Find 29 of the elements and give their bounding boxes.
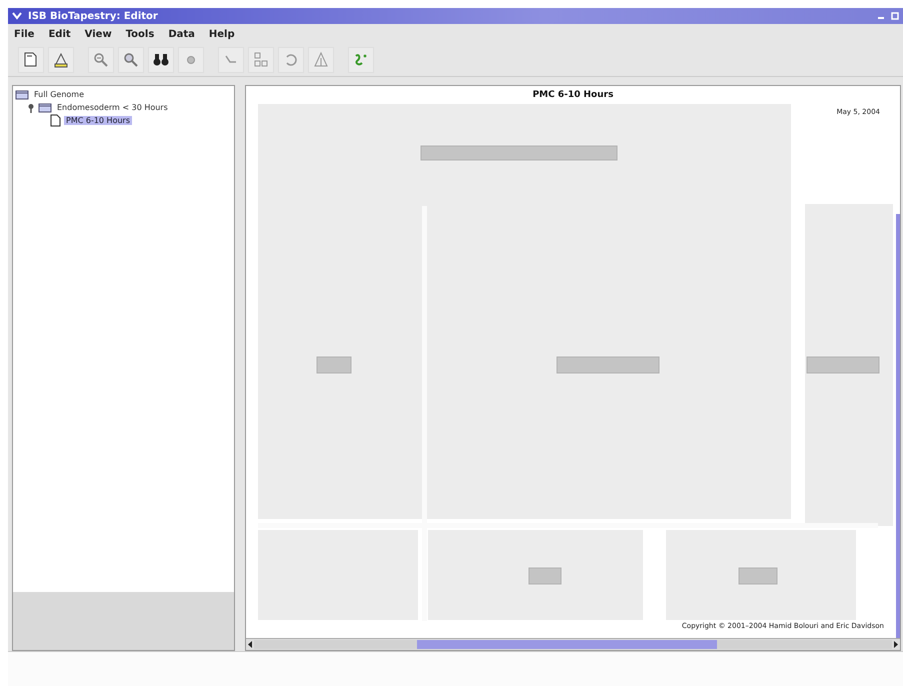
expanded-handle-icon[interactable] [27,102,35,112]
maximize-icon[interactable] [891,12,899,20]
sparkle-button[interactable] [348,47,374,73]
zoom-in-button[interactable] [118,47,144,73]
menu-item[interactable]: Edit [48,28,71,40]
menu-item[interactable]: Data [168,28,195,40]
window-menu-icon[interactable] [12,12,22,20]
connector-button[interactable] [218,47,244,73]
tree-item[interactable]: Endomesoderm < 30 Hours [55,103,170,112]
menu-item[interactable]: File [14,28,34,40]
menu-item[interactable]: Tools [126,28,154,40]
document-icon [50,114,61,127]
tree-item[interactable]: Full Genome [32,90,86,99]
model-folder-icon [38,102,52,112]
menu-item[interactable]: Help [208,28,235,40]
model-title: PMC 6-10 Hours [532,89,614,100]
model-folder-icon [15,90,29,100]
window-title: ISB BioTapestry: Editor [28,10,159,22]
tree-button[interactable] [308,47,334,73]
print-button[interactable] [48,47,74,73]
tree-item[interactable]: PMC 6-10 Hours [64,116,132,125]
menu-item[interactable]: View [84,28,112,40]
cycle-button[interactable] [278,47,304,73]
zoom-out-button[interactable] [88,47,114,73]
grid-button[interactable] [248,47,274,73]
document-button[interactable] [18,47,44,73]
binoculars-button[interactable] [148,47,174,73]
horizontal-scrollbar[interactable] [254,640,892,649]
vertical-scrollbar[interactable] [896,214,900,638]
